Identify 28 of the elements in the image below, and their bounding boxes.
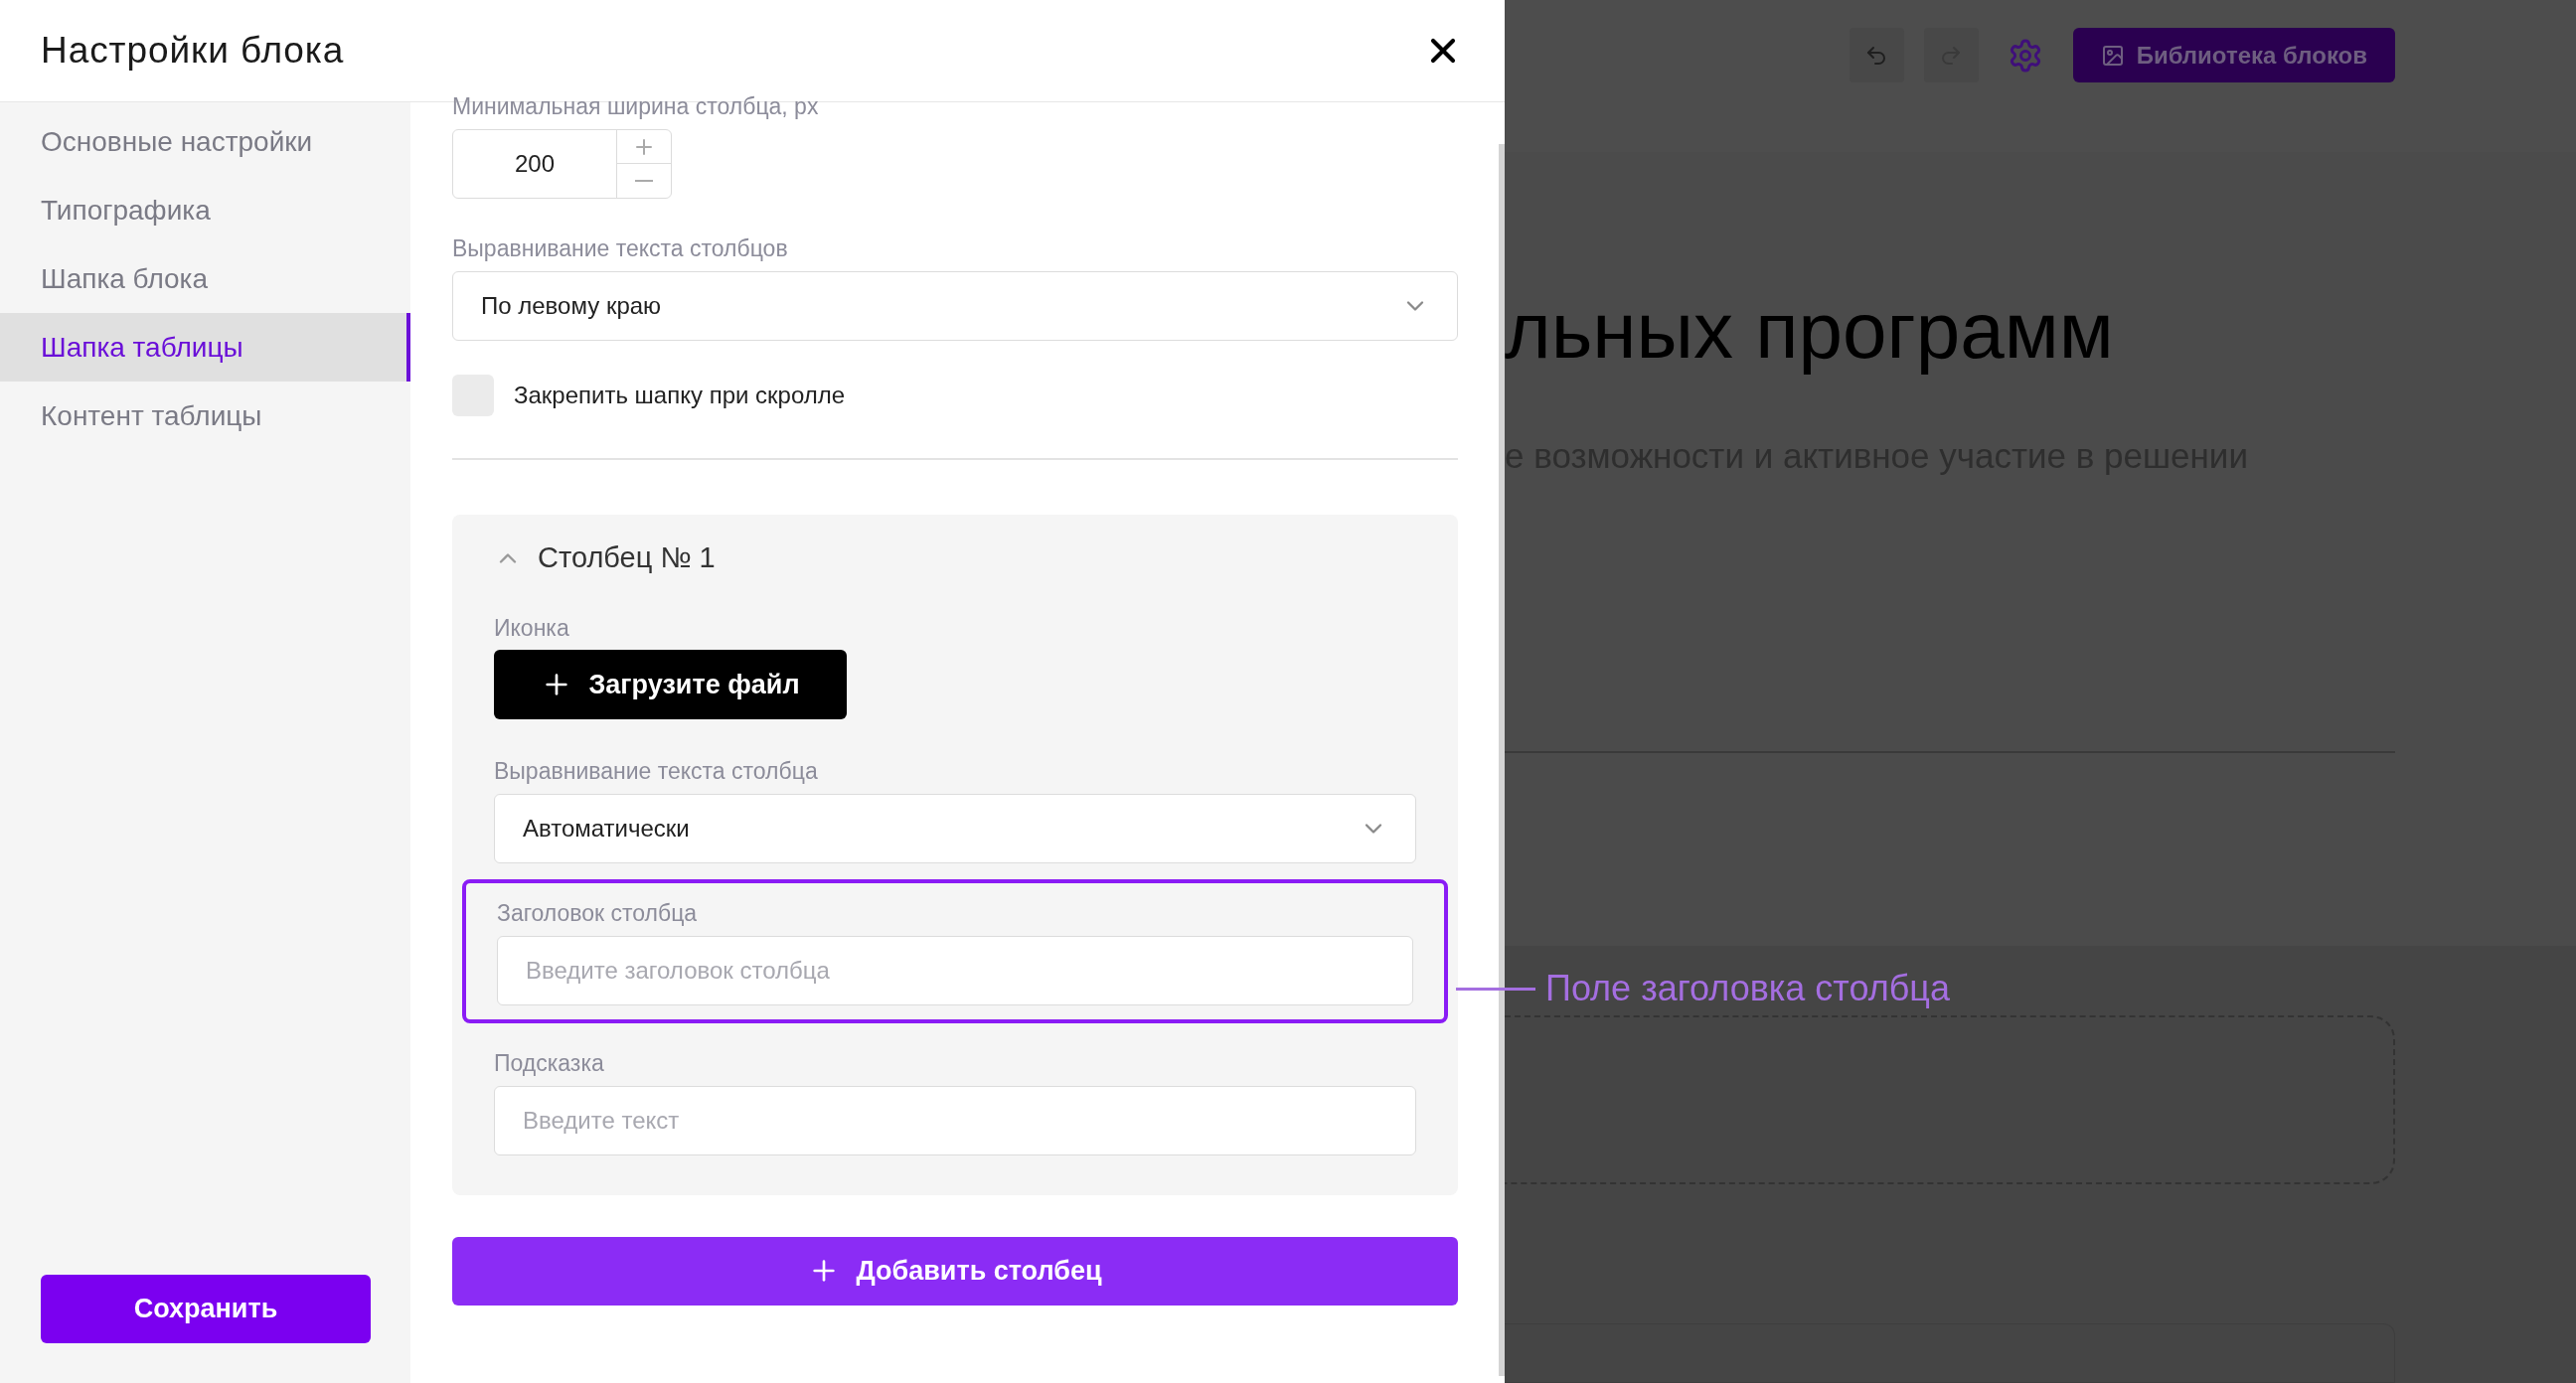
number-value: 200: [513, 148, 556, 179]
number-field[interactable]: 200: [452, 128, 672, 199]
scrollbar[interactable]: [1499, 144, 1505, 1376]
checkbox-label: Закрепить шапку при скролле: [514, 380, 846, 410]
sidebar-item[interactable]: Основные настройки: [0, 107, 410, 176]
column-header[interactable]: Столбец № 1: [494, 538, 1416, 578]
sidebar-item[interactable]: Контент таблицы: [0, 382, 410, 450]
alignment-dropdown[interactable]: По левому краю: [452, 270, 1458, 341]
field-label: Выравнивание текста столбца: [494, 757, 819, 786]
sidebar-item[interactable]: Шапка таблицы: [0, 313, 410, 382]
field-label: Подсказка: [494, 1048, 605, 1078]
upload-button[interactable]: Загрузите файл: [494, 650, 847, 720]
field-label: Заголовок столбца: [497, 899, 699, 928]
hint-input[interactable]: Введите текст: [494, 1085, 1416, 1155]
drawer-title: Настройки блока: [41, 29, 345, 74]
annotation-label: Поле заголовка столбца: [1545, 967, 1950, 1010]
field-label: Минимальная ширина столбца, px: [452, 92, 820, 121]
field-label: Иконка: [494, 613, 570, 643]
sidebar-item[interactable]: Шапка блока: [0, 244, 410, 313]
add-column-button[interactable]: Добавить столбец: [452, 1236, 1458, 1306]
image-icon: [2100, 43, 2125, 68]
field-label: Выравнивание текста столбцов: [452, 233, 789, 263]
sidebar-item[interactable]: Типографика: [0, 176, 410, 244]
column-title-input[interactable]: Введите заголовок столбца: [497, 935, 1413, 1005]
minus-icon: [635, 180, 653, 182]
save-button[interactable]: Сохранить: [41, 1275, 371, 1343]
undo-button[interactable]: [1849, 28, 1904, 82]
alignment-dropdown[interactable]: Автоматически: [494, 794, 1416, 863]
